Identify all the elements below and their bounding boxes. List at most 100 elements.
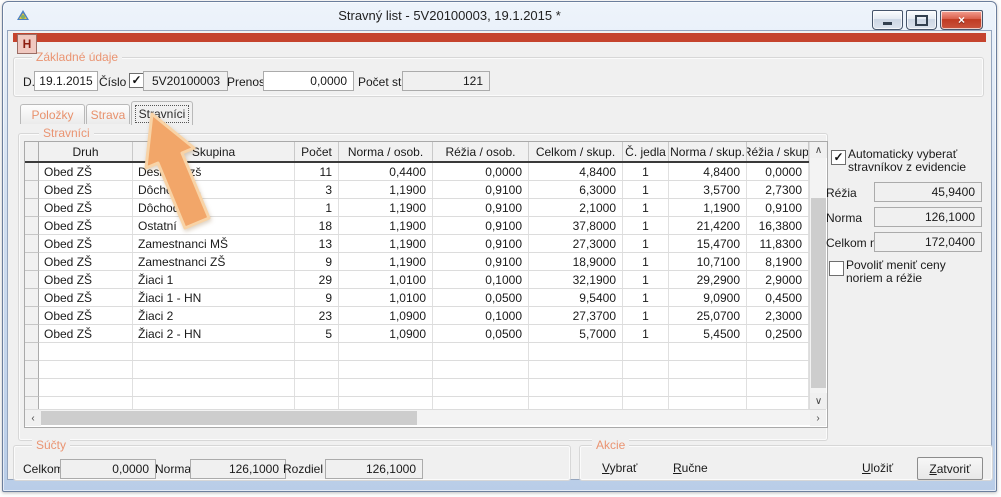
vertical-scrollbar[interactable]: ∧ ∨: [809, 142, 826, 409]
table-cell[interactable]: 4,8400: [529, 163, 623, 180]
table-cell[interactable]: [433, 343, 529, 360]
scroll-down-button[interactable]: ∨: [810, 393, 827, 409]
table-cell[interactable]: 1,0900: [339, 307, 433, 324]
cislo-checkbox[interactable]: ✓: [129, 73, 144, 88]
table-column-header[interactable]: Celkom / skup.: [529, 142, 623, 161]
table-cell[interactable]: 1,1900: [339, 199, 433, 216]
table-cell[interactable]: 0,0500: [433, 289, 529, 306]
horizontal-scrollbar-thumb[interactable]: [41, 411, 417, 425]
table-cell[interactable]: 0,9100: [433, 253, 529, 270]
table-cell[interactable]: 2,7300: [747, 181, 809, 198]
table-cell[interactable]: [295, 379, 339, 396]
table-cell[interactable]: 4,8400: [669, 163, 747, 180]
table-cell[interactable]: Zamestnanci ZŠ: [133, 253, 295, 270]
table-cell[interactable]: 25,0700: [669, 307, 747, 324]
scroll-up-button[interactable]: ∧: [810, 142, 827, 158]
vybrat-button[interactable]: Vybrať: [602, 461, 637, 475]
title-bar[interactable]: Stravný list - 5V20100003, 19.1.2015 * ×: [3, 2, 996, 30]
table-cell[interactable]: 9: [295, 289, 339, 306]
table-cell[interactable]: 1: [295, 199, 339, 216]
scroll-right-button[interactable]: ›: [810, 410, 826, 426]
table-cell[interactable]: Obed ZŠ: [39, 325, 133, 342]
totals-rozdiel-field[interactable]: 126,1000: [325, 459, 423, 479]
table-cell[interactable]: 37,8000: [529, 217, 623, 234]
table-cell[interactable]: [339, 343, 433, 360]
table-cell[interactable]: 1: [623, 289, 669, 306]
table-cell[interactable]: 0,1000: [433, 307, 529, 324]
table-cell[interactable]: [623, 361, 669, 378]
row-selector[interactable]: [25, 199, 39, 217]
table-cell[interactable]: 18: [295, 217, 339, 234]
tab-polozky[interactable]: Položky: [20, 104, 85, 124]
row-selector[interactable]: [25, 253, 39, 271]
table-column-header[interactable]: Norma / skup.: [669, 142, 747, 161]
table-cell[interactable]: 11,8300: [747, 235, 809, 252]
table-cell[interactable]: 8,1900: [747, 253, 809, 270]
row-selector[interactable]: [25, 361, 39, 379]
table-cell[interactable]: [39, 379, 133, 396]
table-cell[interactable]: [133, 343, 295, 360]
table-cell[interactable]: 1,1900: [339, 235, 433, 252]
table-cell[interactable]: [747, 343, 809, 360]
table-cell[interactable]: [339, 379, 433, 396]
table-cell[interactable]: [39, 343, 133, 360]
table-cell[interactable]: 5,7000: [529, 325, 623, 342]
table-cell[interactable]: [669, 397, 747, 409]
norma-field[interactable]: 126,1000: [874, 207, 982, 227]
table-cell[interactable]: 0,9100: [433, 199, 529, 216]
table-cell[interactable]: 1: [623, 271, 669, 288]
table-cell[interactable]: Obed ZŠ: [39, 271, 133, 288]
table-cell[interactable]: [529, 343, 623, 360]
row-selector[interactable]: [25, 307, 39, 325]
table-cell[interactable]: 2,1000: [529, 199, 623, 216]
totals-norma-field[interactable]: 126,1000: [190, 459, 286, 479]
table-cell[interactable]: 0,0000: [433, 163, 529, 180]
table-cell[interactable]: Obed ZŠ: [39, 289, 133, 306]
totals-celkom-field[interactable]: 0,0000: [60, 459, 156, 479]
ulozit-button[interactable]: Uložiť: [862, 461, 893, 475]
table-cell[interactable]: [747, 397, 809, 409]
table-cell[interactable]: Žiaci 1: [133, 271, 295, 288]
table-cell[interactable]: 1: [623, 163, 669, 180]
table-cell[interactable]: 0,9100: [747, 199, 809, 216]
row-selector[interactable]: [25, 379, 39, 397]
table-cell[interactable]: 0,9100: [433, 181, 529, 198]
table-cell[interactable]: 9,0900: [669, 289, 747, 306]
table-cell[interactable]: 0,0000: [747, 163, 809, 180]
table-column-header[interactable]: Č. jedla: [623, 142, 669, 161]
table-cell[interactable]: 3: [295, 181, 339, 198]
table-cell[interactable]: 2,9000: [747, 271, 809, 288]
table-cell[interactable]: 1: [623, 235, 669, 252]
table-cell[interactable]: 32,1900: [529, 271, 623, 288]
table-cell[interactable]: 1: [623, 199, 669, 216]
table-cell[interactable]: [39, 397, 133, 409]
row-selector[interactable]: [25, 271, 39, 289]
table-cell[interactable]: 0,4500: [747, 289, 809, 306]
table-column-header[interactable]: Norma / osob.: [339, 142, 433, 161]
table-cell[interactable]: 1,1900: [339, 181, 433, 198]
table-cell[interactable]: Obed ZŠ: [39, 253, 133, 270]
table-cell[interactable]: 0,4400: [339, 163, 433, 180]
table-cell[interactable]: 0,1000: [433, 271, 529, 288]
table-cell[interactable]: [39, 361, 133, 378]
table-cell[interactable]: [747, 379, 809, 396]
table-cell[interactable]: [529, 397, 623, 409]
row-selector[interactable]: [25, 343, 39, 361]
row-selector[interactable]: [25, 163, 39, 181]
scroll-left-button[interactable]: ‹: [25, 410, 41, 426]
table-column-header[interactable]: Počet: [295, 142, 339, 161]
table-cell[interactable]: 18,9000: [529, 253, 623, 270]
table-cell[interactable]: 1: [623, 325, 669, 342]
table-cell[interactable]: 3,5700: [669, 181, 747, 198]
row-selector[interactable]: [25, 217, 39, 235]
close-button[interactable]: ×: [940, 10, 983, 30]
cislo-input[interactable]: 5V20100003: [143, 71, 228, 91]
table-cell[interactable]: [295, 397, 339, 409]
table-cell[interactable]: [623, 397, 669, 409]
prenos-input[interactable]: 0,0000: [263, 71, 354, 91]
table-cell[interactable]: [133, 379, 295, 396]
table-cell[interactable]: 9: [295, 253, 339, 270]
table-cell[interactable]: 1,1900: [339, 253, 433, 270]
table-cell[interactable]: Žiaci 2: [133, 307, 295, 324]
celkom-n-field[interactable]: 172,0400: [874, 232, 982, 252]
